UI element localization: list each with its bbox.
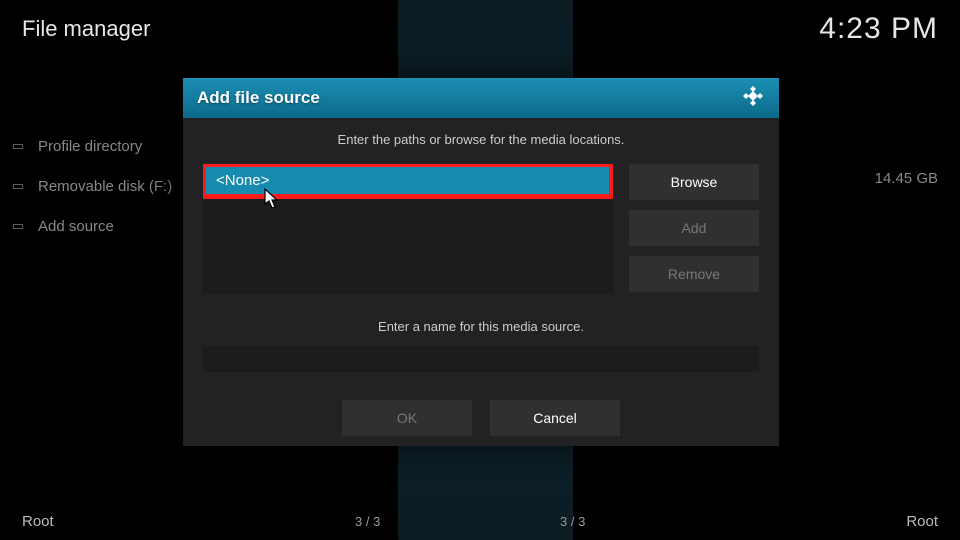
path-input-selected[interactable]: <None>: [203, 164, 613, 199]
browse-button[interactable]: Browse: [629, 164, 759, 200]
count-right-label: 3 / 3: [560, 514, 585, 529]
bottom-bar: Root 3 / 3 3 / 3 Root: [0, 502, 960, 540]
list-item-profile-directory[interactable]: ▭ Profile directory: [12, 126, 172, 166]
folder-icon: ▭: [12, 178, 30, 194]
count-left-label: 3 / 3: [355, 514, 380, 529]
list-item-removable-disk[interactable]: ▭ Removable disk (F:): [12, 166, 172, 206]
add-button[interactable]: Add: [629, 210, 759, 246]
path-right-label: Root: [906, 513, 938, 530]
list-item-add-source[interactable]: ▭ Add source: [12, 206, 172, 246]
list-item-label: Add source: [38, 218, 114, 235]
dialog-title: Add file source: [197, 88, 320, 108]
dialog-header: Add file source: [183, 78, 779, 118]
disk-size-label: 14.45 GB: [875, 170, 938, 187]
path-left-label: Root: [22, 513, 54, 530]
name-instruction-label: Enter a name for this media source.: [183, 319, 779, 334]
cancel-button[interactable]: Cancel: [490, 400, 620, 436]
page-title: File manager: [22, 16, 150, 42]
folder-icon: ▭: [12, 218, 30, 234]
list-item-label: Removable disk (F:): [38, 178, 172, 195]
file-list-left: ▭ Profile directory ▭ Removable disk (F:…: [12, 126, 172, 246]
kodi-logo-icon: [741, 84, 765, 113]
clock: 4:23 PM: [819, 12, 938, 46]
folder-icon: ▭: [12, 138, 30, 154]
add-file-source-dialog: Add file source Enter the paths or brows…: [183, 78, 779, 446]
paths-instruction-label: Enter the paths or browse for the media …: [183, 132, 779, 147]
top-bar: File manager 4:23 PM: [0, 0, 960, 58]
path-list-box: <None>: [203, 164, 613, 294]
remove-button[interactable]: Remove: [629, 256, 759, 292]
source-name-input[interactable]: [203, 346, 759, 372]
list-item-label: Profile directory: [38, 138, 142, 155]
ok-button[interactable]: OK: [342, 400, 472, 436]
